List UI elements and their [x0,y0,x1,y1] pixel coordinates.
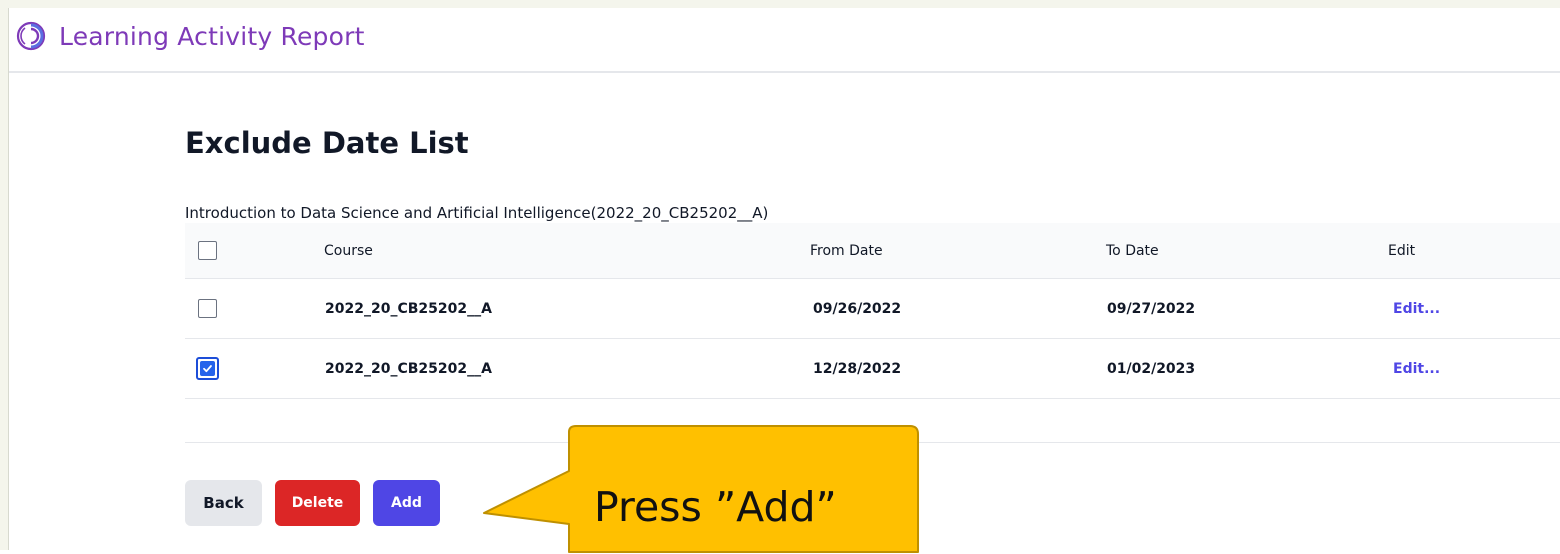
course-caption: Introduction to Data Science and Artific… [185,204,769,222]
app-title: Learning Activity Report [59,22,365,51]
column-header-course[interactable]: Course [324,223,373,278]
page-title: Exclude Date List [185,126,469,160]
row-to-date: 01/02/2023 [1107,360,1196,377]
checkmark-icon [200,361,215,376]
row-course: 2022_20_CB25202__A [325,360,492,377]
spiral-logo-icon [16,21,46,51]
select-all-checkbox[interactable] [198,241,217,260]
callout-text: Press ”Add” [594,483,837,531]
row-checkbox[interactable] [198,299,217,318]
row-select-cell [198,279,217,338]
delete-button[interactable]: Delete [275,480,360,526]
row-checkbox-checked[interactable] [196,357,219,380]
table-row: 2022_20_CB25202__A 12/28/2022 01/02/2023… [185,339,1560,399]
column-header-from-date[interactable]: From Date [810,223,883,278]
row-select-cell [196,339,219,398]
row-course: 2022_20_CB25202__A [325,300,492,317]
table-row: 2022_20_CB25202__A 09/26/2022 09/27/2022… [185,279,1560,339]
row-to-date: 09/27/2022 [1107,300,1196,317]
column-header-edit: Edit [1388,242,1416,259]
row-from-date: 09/26/2022 [813,300,902,317]
column-header-to-date[interactable]: To Date [1106,223,1159,278]
exclude-date-table: Course From Date To Date Edit 2022_20_CB… [185,223,1560,399]
row-edit-link[interactable]: Edit... [1393,279,1440,338]
table-header-row: Course From Date To Date Edit [185,223,1560,279]
row-edit-link[interactable]: Edit... [1393,339,1440,398]
select-all-cell [198,223,217,278]
app-header: Learning Activity Report [9,8,1560,73]
row-from-date: 12/28/2022 [813,360,902,377]
back-button[interactable]: Back [185,480,262,526]
add-button[interactable]: Add [373,480,440,526]
